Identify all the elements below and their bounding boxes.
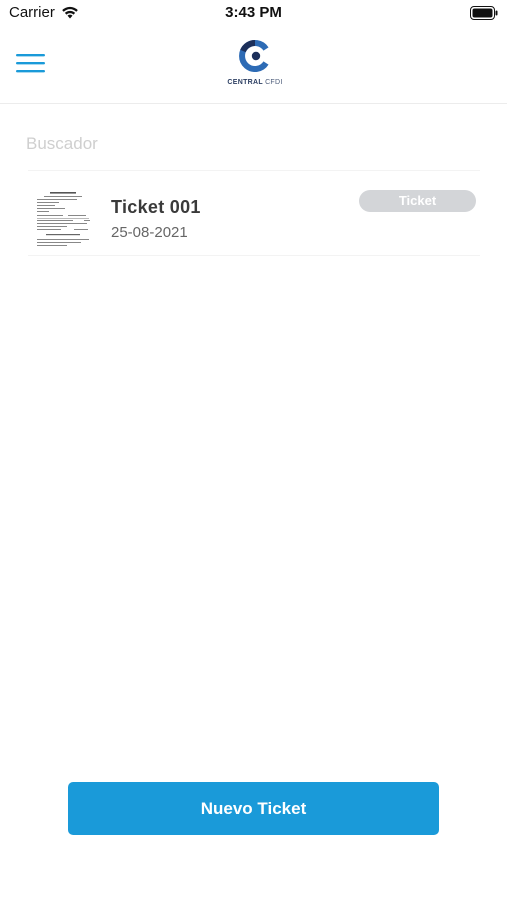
status-bar: Carrier 3:43 PM	[0, 0, 507, 28]
ticket-list-item[interactable]: Ticket 001 25-08-2021 Ticket	[28, 170, 480, 256]
nav-bar: CENTRAL CFDI	[0, 28, 507, 104]
hamburger-menu-icon	[16, 54, 45, 73]
status-time: 3:43 PM	[225, 4, 282, 21]
ticket-date: 25-08-2021	[111, 224, 188, 241]
logo-wordmark: CENTRAL CFDI	[222, 79, 288, 86]
ticket-title: Ticket 001	[111, 197, 201, 217]
app-screen: Carrier 3:43 PM CENTRAL CFDI Buscador Ti…	[0, 0, 507, 900]
search-input[interactable]	[24, 130, 488, 158]
ticket-list: Ticket 001 25-08-2021 Ticket	[28, 170, 480, 256]
logo-brand-bold: CENTRAL	[227, 79, 263, 86]
hamburger-menu-button[interactable]	[15, 52, 47, 76]
new-ticket-button[interactable]: Nuevo Ticket	[68, 782, 439, 835]
receipt-thumbnail	[34, 189, 92, 249]
central-cfdi-logo: CENTRAL CFDI	[222, 40, 288, 90]
logo-brand-light: CFDI	[265, 79, 283, 86]
battery-icon	[470, 6, 498, 20]
ticket-type-badge: Ticket	[359, 190, 476, 212]
central-cfdi-logo-mark	[239, 40, 269, 72]
